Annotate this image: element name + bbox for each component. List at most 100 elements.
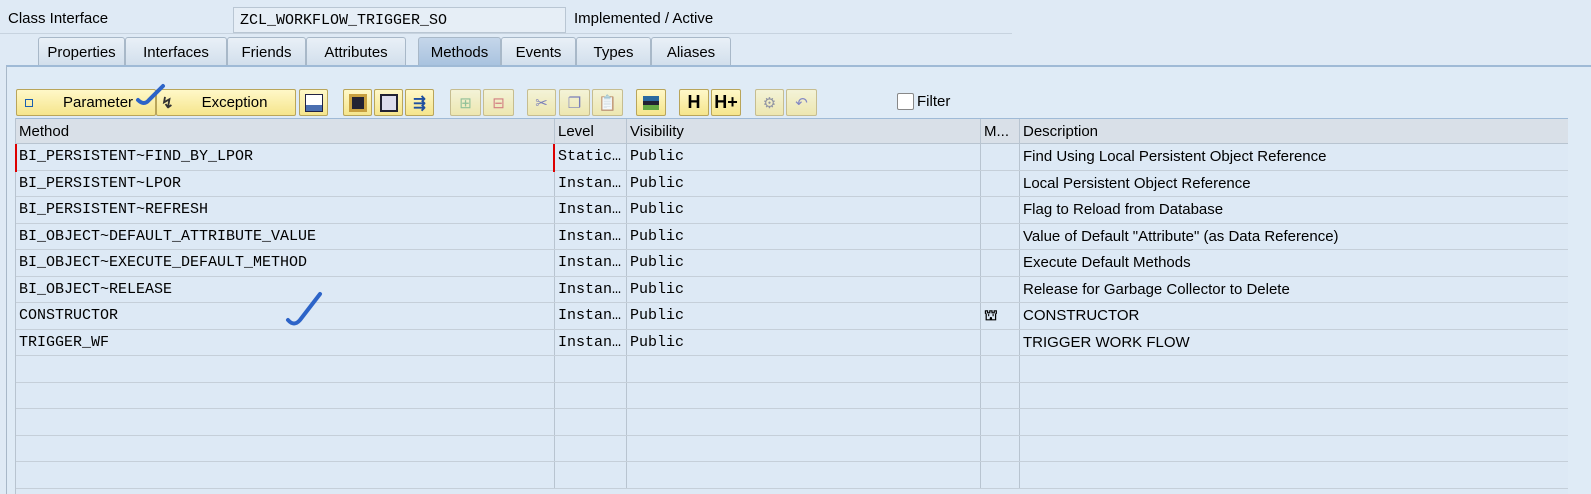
cell-level[interactable]: Instan… (555, 170, 627, 196)
insert-row-button[interactable]: ⊞ (450, 89, 481, 116)
checkbox-box[interactable] (897, 93, 914, 110)
detail-view-button[interactable] (299, 89, 328, 116)
cell-level[interactable]: Instan… (555, 250, 627, 276)
table-row[interactable]: TRIGGER_WF Instan… Public TRIGGER WORK FLOW (16, 329, 1569, 356)
cell-m[interactable] (981, 356, 1020, 382)
cell-visibility[interactable] (627, 409, 981, 435)
cell-description[interactable]: Value of Default "Attribute" (as Data Re… (1020, 224, 1569, 250)
tab-methods[interactable]: Methods (418, 37, 501, 65)
cell-visibility[interactable]: Public (627, 223, 981, 249)
cell-description[interactable]: CONSTRUCTOR (1020, 303, 1569, 329)
filter-checkbox[interactable]: Filter (897, 93, 950, 110)
cell-m[interactable] (981, 435, 1020, 461)
tab-attributes[interactable]: Attributes (306, 37, 406, 65)
copy-button[interactable]: ❐ (559, 89, 590, 116)
cell-m[interactable] (981, 329, 1020, 355)
cell-level[interactable]: Instan… (555, 223, 627, 249)
cell-m[interactable] (981, 250, 1020, 276)
cell-method[interactable]: TRIGGER_WF (16, 329, 555, 355)
find-next-button[interactable]: H+ (711, 89, 741, 116)
undo-button[interactable]: ↶ (786, 89, 817, 116)
column-header-visibility[interactable]: Visibility (627, 119, 981, 143)
settings-button[interactable]: ⚙ (755, 89, 784, 116)
table-row[interactable] (16, 435, 1569, 462)
cell-m[interactable] (981, 144, 1020, 170)
cell-method[interactable]: BI_OBJECT~DEFAULT_ATTRIBUTE_VALUE (16, 223, 555, 249)
cell-description[interactable] (1020, 462, 1569, 488)
class-name-field[interactable]: ZCL_WORKFLOW_TRIGGER_SO (233, 7, 566, 33)
cell-visibility[interactable] (627, 462, 981, 488)
cell-level[interactable] (555, 409, 627, 435)
cell-description[interactable]: Find Using Local Persistent Object Refer… (1020, 144, 1569, 170)
cell-visibility[interactable] (627, 356, 981, 382)
cell-description[interactable]: TRIGGER WORK FLOW (1020, 330, 1569, 356)
cell-method[interactable] (16, 462, 555, 488)
cell-visibility[interactable]: Public (627, 329, 981, 355)
navigate-button[interactable]: ⇶ (405, 89, 434, 116)
cell-visibility[interactable] (627, 382, 981, 408)
cell-level[interactable]: Instan… (555, 303, 627, 329)
cell-level[interactable]: Static… (555, 144, 627, 170)
tab-interfaces[interactable]: Interfaces (125, 37, 227, 65)
cell-method[interactable]: BI_OBJECT~EXECUTE_DEFAULT_METHOD (16, 250, 555, 276)
cell-level[interactable] (555, 462, 627, 488)
cell-m[interactable] (981, 223, 1020, 249)
table-row[interactable]: BI_OBJECT~RELEASE Instan… Public Release fo… (16, 276, 1568, 303)
display-object-button[interactable] (374, 89, 403, 116)
cell-m[interactable] (981, 382, 1020, 408)
cell-method[interactable] (16, 435, 555, 461)
cell-m[interactable] (981, 197, 1020, 223)
cell-level[interactable]: Instan… (555, 329, 627, 355)
cell-method[interactable]: BI_PERSISTENT~FIND_BY_LPOR (16, 144, 555, 170)
cell-visibility[interactable]: Public (627, 170, 981, 196)
table-row[interactable]: BI_OBJECT~EXECUTE_DEFAULT_METHOD Instan… P… (16, 250, 1568, 277)
cell-method[interactable] (16, 409, 555, 435)
cell-description[interactable]: Local Persistent Object Reference (1020, 171, 1569, 197)
table-row[interactable] (16, 409, 1568, 436)
paste-button[interactable]: 📋 (592, 89, 623, 116)
table-row[interactable]: BI_PERSISTENT~FIND_BY_LPOR Static… Public F… (16, 144, 1568, 171)
cell-method[interactable]: BI_PERSISTENT~REFRESH (16, 197, 555, 223)
cell-visibility[interactable]: Public (627, 197, 981, 223)
cell-visibility[interactable]: Public (627, 303, 981, 329)
table-row[interactable]: BI_PERSISTENT~REFRESH Instan… Public Flag t… (16, 197, 1568, 224)
cell-description[interactable]: Flag to Reload from Database (1020, 197, 1569, 223)
cell-level[interactable] (555, 356, 627, 382)
cell-description[interactable] (1020, 356, 1569, 382)
column-header-modeled[interactable]: M... (981, 119, 1020, 143)
cell-m[interactable] (981, 409, 1020, 435)
sort-button[interactable] (636, 89, 666, 116)
cell-method[interactable]: BI_PERSISTENT~LPOR (16, 170, 555, 196)
cut-button[interactable]: ✂ (527, 89, 556, 116)
cell-level[interactable]: Instan… (555, 276, 627, 302)
table-row[interactable]: BI_PERSISTENT~LPOR Instan… Public Local Per… (16, 170, 1569, 197)
table-row[interactable] (16, 356, 1568, 383)
delete-row-button[interactable]: ⊟ (483, 89, 514, 116)
cell-m[interactable] (981, 276, 1020, 302)
cell-visibility[interactable]: Public (627, 250, 981, 276)
tab-properties[interactable]: Properties (38, 37, 125, 65)
cell-description[interactable] (1020, 436, 1569, 462)
exception-button[interactable]: ↯ Exception (156, 89, 296, 116)
cell-m[interactable] (981, 170, 1020, 196)
cell-m[interactable] (981, 462, 1020, 488)
cell-visibility[interactable] (627, 435, 981, 461)
source-code-button[interactable] (343, 89, 372, 116)
table-row[interactable]: BI_OBJECT~DEFAULT_ATTRIBUTE_VALUE Instan…… (16, 223, 1569, 250)
cell-description[interactable]: Execute Default Methods (1020, 250, 1569, 276)
column-header-level[interactable]: Level (555, 119, 627, 143)
cell-level[interactable]: Instan… (555, 197, 627, 223)
find-button[interactable]: H (679, 89, 709, 116)
cell-method[interactable] (16, 382, 555, 408)
cell-description[interactable] (1020, 409, 1569, 435)
column-header-description[interactable]: Description (1020, 119, 1569, 143)
tab-friends[interactable]: Friends (227, 37, 306, 65)
cell-description[interactable] (1020, 383, 1569, 409)
cell-level[interactable] (555, 382, 627, 408)
table-row[interactable] (16, 462, 1568, 489)
tab-aliases[interactable]: Aliases (651, 37, 731, 65)
cell-visibility[interactable]: Public (627, 276, 981, 302)
cell-m[interactable]: ⛫ (981, 303, 1020, 329)
column-header-method[interactable]: Method (16, 119, 555, 143)
cell-method[interactable] (16, 356, 555, 382)
